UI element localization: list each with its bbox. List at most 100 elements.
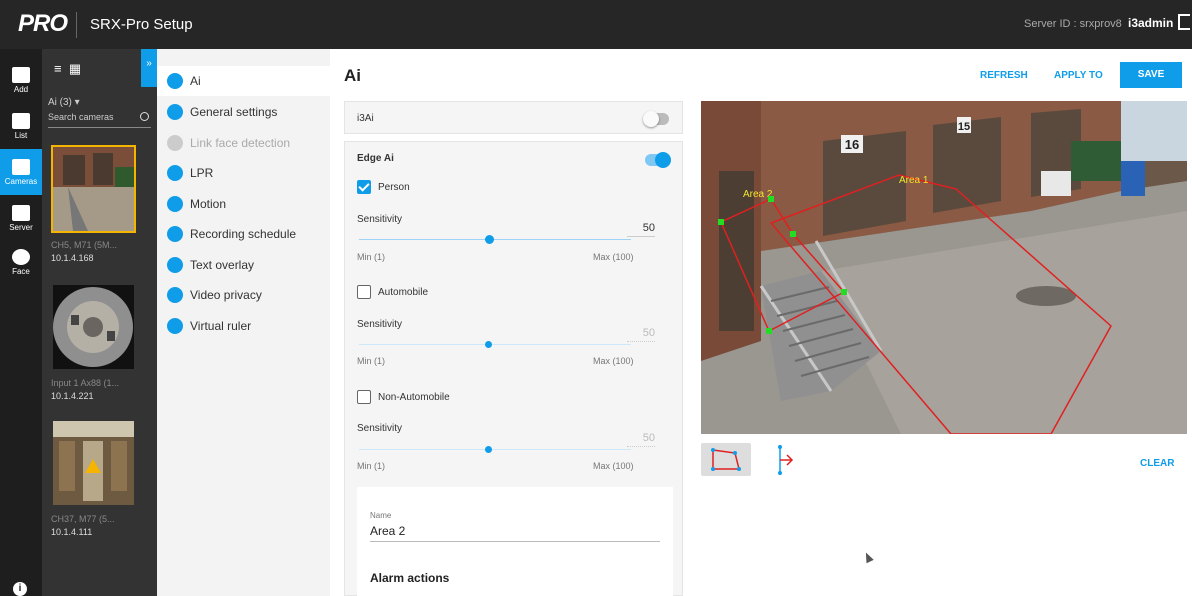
app-title: SRX-Pro Setup (90, 16, 193, 33)
server-id: Server ID : srxprov8 (1024, 18, 1122, 30)
area-name-input[interactable]: Area 2 (370, 524, 660, 542)
slider-handle[interactable] (485, 235, 494, 244)
logout-icon[interactable] (1178, 14, 1190, 30)
camera-thumbnail[interactable] (51, 145, 136, 233)
slider-handle[interactable] (485, 446, 492, 453)
camera-item[interactable]: CH37, M77 (5... 10.1.4.111 (51, 419, 136, 537)
rail-item-list[interactable]: List (0, 103, 42, 149)
list-icon (12, 113, 30, 129)
slider-max-label: Max (100) (593, 461, 634, 471)
person-checkbox[interactable] (357, 180, 371, 194)
dock-number-16: 16 (845, 137, 859, 152)
rail-label: Server (9, 223, 33, 232)
search-input[interactable]: Search cameras (48, 112, 151, 128)
rail-label: List (14, 131, 28, 140)
mouse-cursor-icon (862, 550, 874, 564)
i3ai-label: i3Ai (357, 113, 374, 124)
sensitivity-label: Sensitivity (357, 214, 403, 225)
camera-name: CH37, M77 (5... (51, 514, 115, 524)
nav-item-video-privacy[interactable]: Video privacy (157, 280, 330, 310)
nav-item-ai[interactable]: Ai (157, 66, 330, 96)
search-icon[interactable] (140, 112, 149, 121)
nav-item-general-settings[interactable]: General settings (157, 97, 330, 127)
link-icon (167, 135, 183, 151)
nav-label: Link face detection (190, 136, 291, 150)
refresh-button[interactable]: REFRESH (980, 70, 1028, 81)
sensitivity-label: Sensitivity (357, 319, 403, 330)
camera-thumbnail[interactable] (51, 283, 136, 371)
nav-item-text-overlay[interactable]: Text overlay (157, 250, 330, 280)
rail-item-server[interactable]: Server (0, 195, 42, 241)
view-toggle[interactable]: ≡ ▦ (54, 61, 81, 77)
nav-label: General settings (190, 105, 278, 119)
polygon-tool-button[interactable] (701, 443, 751, 476)
person-label: Person (378, 182, 410, 193)
motion-icon (167, 196, 183, 212)
nav-item-link-face-detection[interactable]: Link face detection (157, 128, 330, 158)
i3ai-toggle[interactable] (643, 111, 669, 127)
rail-label: Face (12, 267, 30, 276)
camera-item[interactable]: CH5, M71 (5M... 10.1.4.168 (51, 145, 136, 263)
apply-to-button[interactable]: APPLY TO (1054, 70, 1103, 81)
nav-item-motion[interactable]: Motion (157, 189, 330, 219)
non-automobile-label: Non-Automobile (378, 392, 450, 403)
rail-item-cameras[interactable]: Cameras (0, 149, 42, 195)
camera-item[interactable]: Input 1 Ax88 (1... 10.1.4.221 (51, 283, 136, 401)
nav-label: Recording schedule (190, 227, 297, 241)
area-name-label: Name (370, 511, 392, 520)
automobile-checkbox[interactable] (357, 285, 371, 299)
slider-min-label: Min (1) (357, 356, 386, 366)
schedule-icon (167, 226, 183, 242)
top-bar: PRO SRX-Pro Setup Server ID : srxprov8 i… (0, 0, 1192, 49)
camera-filter-dropdown[interactable]: Ai (3) ▾ (48, 97, 80, 108)
nav-item-lpr[interactable]: LPR (157, 158, 330, 188)
rail-item-face[interactable]: Face (0, 239, 42, 285)
area-settings-card: Name Area 2 Alarm actions (357, 487, 673, 596)
edge-ai-card: Edge Ai Person Sensitivity 50 Min (1) Ma… (344, 141, 683, 596)
privacy-icon (167, 287, 183, 303)
camera-ip: 10.1.4.221 (51, 391, 94, 401)
info-icon[interactable]: i (13, 582, 27, 596)
rail-item-add[interactable]: Add (0, 57, 42, 103)
person-sensitivity-value[interactable]: 50 (627, 222, 655, 237)
automobile-sensitivity-slider[interactable] (359, 341, 631, 348)
area-1-label: Area 1 (899, 175, 929, 186)
clear-button[interactable]: CLEAR (1140, 458, 1174, 469)
edge-ai-toggle[interactable] (645, 152, 671, 168)
header-divider (76, 12, 77, 38)
camera-name: CH5, M71 (5M... (51, 240, 118, 250)
save-button[interactable]: SAVE (1120, 62, 1182, 88)
camera-ip: 10.1.4.168 (51, 253, 94, 263)
nav-item-virtual-ruler[interactable]: Virtual ruler (157, 311, 330, 341)
camera-ip: 10.1.4.111 (51, 527, 93, 537)
dock-number-15: 15 (958, 121, 970, 133)
add-camera-icon (12, 67, 30, 83)
camera-thumbnail[interactable] (51, 419, 136, 507)
automobile-label: Automobile (378, 287, 429, 298)
ruler-icon (167, 318, 183, 334)
slider-handle[interactable] (485, 341, 492, 348)
expand-panel-button[interactable]: » (141, 49, 157, 87)
sort-icon[interactable]: ≡ (54, 61, 62, 76)
user-menu[interactable]: i3admin (1128, 16, 1173, 30)
nav-item-recording-schedule[interactable]: Recording schedule (157, 219, 330, 249)
non-automobile-sensitivity-value[interactable]: 50 (627, 432, 655, 447)
line-crossing-tool-button[interactable] (770, 443, 800, 476)
polygon-tool-icon (711, 448, 741, 471)
non-automobile-checkbox[interactable] (357, 390, 371, 404)
line-crossing-tool-icon (778, 445, 794, 475)
non-automobile-sensitivity-slider[interactable] (359, 446, 631, 453)
rail-label: Add (13, 85, 29, 94)
camera-panel: ≡ ▦ » Ai (3) ▾ Search cameras CH5, M71 (… (42, 49, 157, 596)
list-view-icon[interactable]: ▦ (69, 61, 81, 76)
person-sensitivity-slider[interactable] (359, 235, 631, 244)
camera-preview[interactable]: 16 15 Area 1 Area 2 (701, 101, 1187, 434)
settings-nav: Ai General settings Link face detection … (157, 49, 330, 596)
camera-thumbnail-image (53, 421, 134, 505)
gear-icon (167, 104, 183, 120)
camera-name: Input 1 Ax88 (1... (51, 378, 120, 388)
alarm-actions-heading: Alarm actions (370, 571, 450, 585)
icon-rail: Add List Cameras Server Face (0, 49, 42, 596)
edge-ai-label: Edge Ai (357, 153, 394, 164)
automobile-sensitivity-value[interactable]: 50 (627, 327, 655, 342)
